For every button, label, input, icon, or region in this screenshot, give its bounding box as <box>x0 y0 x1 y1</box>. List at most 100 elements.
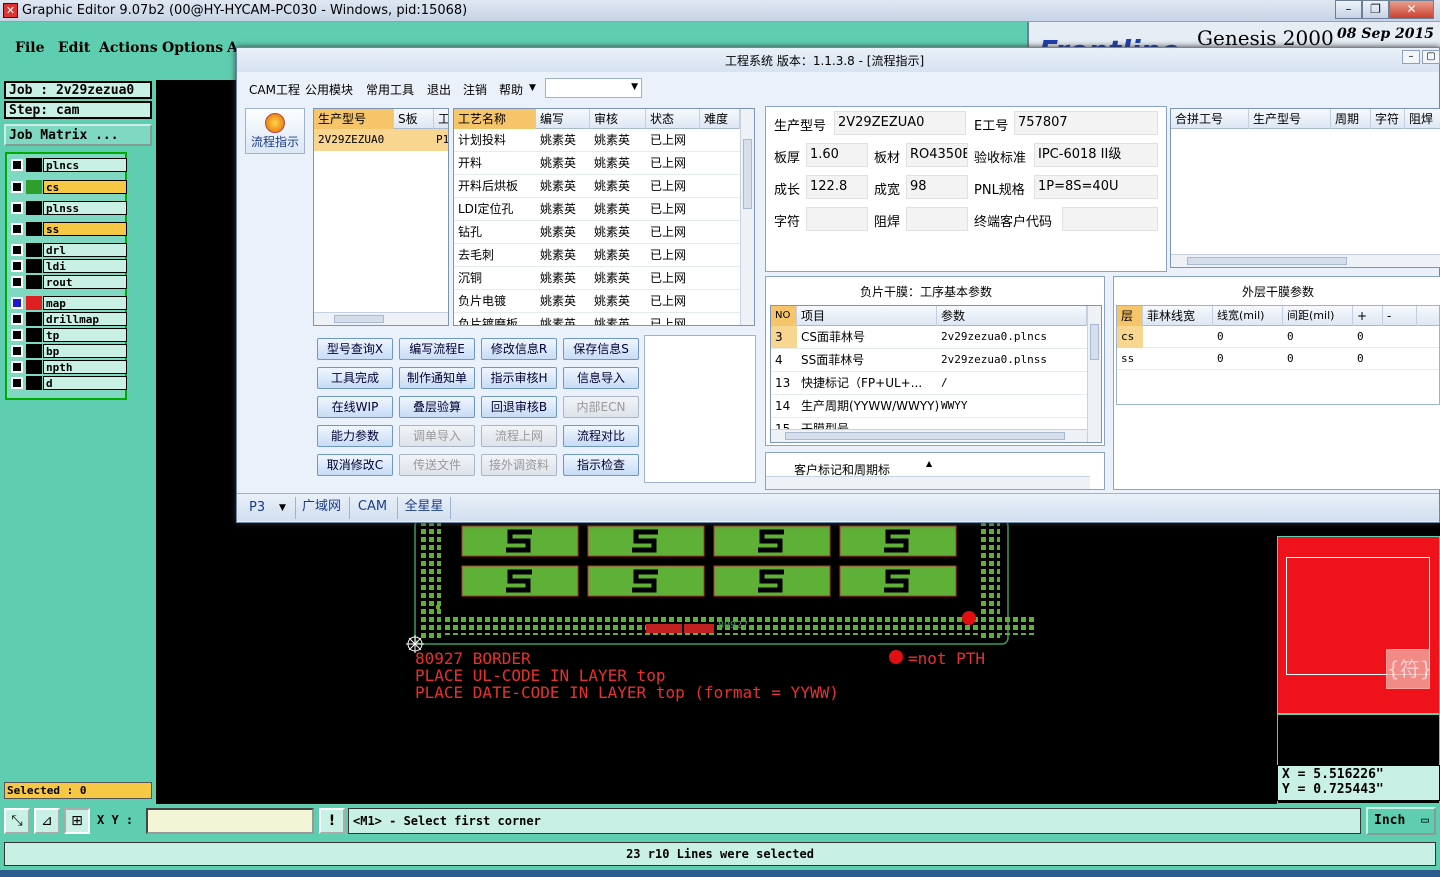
layer-checkbox[interactable] <box>11 244 23 256</box>
action-button[interactable]: 能力参数 <box>317 425 393 447</box>
outer-minus-header[interactable]: - <box>1383 306 1417 326</box>
std-field[interactable]: IPC-6018 II级 <box>1034 143 1158 167</box>
outer-param-row[interactable]: ss 0 0 0 <box>1117 348 1439 370</box>
process-row[interactable]: 计划投料 姚素英 姚素英 已上网 <box>454 129 754 152</box>
layer-checkbox[interactable] <box>11 361 23 373</box>
neg-param-row[interactable]: 4 SS面菲林号 2v29zezua0.plnss <box>771 349 1101 372</box>
action-button[interactable]: 型号查询X <box>317 338 393 360</box>
author-header[interactable]: 编写 <box>536 109 590 129</box>
merge-model-header[interactable]: 生产型号 <box>1249 109 1331 129</box>
model-h-scrollbar[interactable] <box>314 312 448 325</box>
layer-row-d[interactable]: d <box>9 376 127 390</box>
process-row[interactable]: 钻孔 姚素英 姚素英 已上网 <box>454 221 754 244</box>
layer-checkbox[interactable] <box>11 276 23 288</box>
model-field[interactable]: 2V29ZEZUA0 <box>834 111 966 135</box>
layer-row-drillmap[interactable]: drillmap <box>9 312 127 326</box>
menu-edit[interactable]: Edit <box>58 40 90 56</box>
dmenu-common-module[interactable]: 公用模块 <box>305 81 353 98</box>
difficulty-header[interactable]: 难度 <box>700 109 740 129</box>
model-row[interactable]: 2V29ZEZUA0 P1 <box>314 129 448 151</box>
layer-checkbox[interactable] <box>11 202 23 214</box>
neg-item-header[interactable]: 项目 <box>797 306 937 326</box>
layer-row-rout[interactable]: rout <box>9 275 127 289</box>
sboard-col-header[interactable]: S板 <box>394 109 434 129</box>
width-field[interactable]: 98 <box>906 175 968 199</box>
eno-field[interactable]: 757807 <box>1014 111 1158 135</box>
grid-icon[interactable]: ⊞ <box>64 808 90 834</box>
tab-allstar[interactable]: 全星星 <box>397 497 451 519</box>
merge-cycle-header[interactable]: 周期 <box>1331 109 1371 129</box>
state-header[interactable]: 状态 <box>646 109 700 129</box>
alert-icon[interactable]: ! <box>319 808 345 834</box>
tab-p3-dropdown-icon[interactable]: ▼ <box>279 503 286 513</box>
dialog-minimize-button[interactable]: – <box>1402 50 1420 64</box>
dmenu-cam[interactable]: CAM工程 <box>249 81 300 98</box>
merge-job-header[interactable]: 合拼工号 <box>1171 109 1249 129</box>
layer-checkbox[interactable] <box>11 181 23 193</box>
cust-h-scrollbar[interactable] <box>766 476 1090 489</box>
action-button[interactable]: 传送文件 <box>399 454 475 476</box>
minimize-button[interactable]: – <box>1335 0 1362 19</box>
process-row[interactable]: 沉铜 姚素英 姚素英 已上网 <box>454 267 754 290</box>
tab-p3[interactable]: P3 <box>249 500 265 515</box>
process-row[interactable]: 负片电镀 姚素英 姚素英 已上网 <box>454 290 754 313</box>
action-button[interactable]: 内部ECN <box>563 396 639 418</box>
layer-row-npth[interactable]: npth <box>9 360 127 374</box>
notes-box[interactable] <box>644 335 756 483</box>
layer-row-bp[interactable]: bp <box>9 344 127 358</box>
menu-options[interactable]: Options <box>162 40 223 56</box>
reviewer-header[interactable]: 审核 <box>590 109 646 129</box>
maximize-button[interactable]: ❐ <box>1362 0 1389 19</box>
action-button[interactable]: 叠层验算 <box>399 396 475 418</box>
process-row[interactable]: 开料 姚素英 姚素英 已上网 <box>454 152 754 175</box>
tab-cam[interactable]: CAM <box>349 497 395 519</box>
measure-icon[interactable]: ⊿ <box>34 808 60 834</box>
process-row[interactable]: 去毛刺 姚素英 姚素英 已上网 <box>454 244 754 267</box>
dmenu-logout[interactable]: 注销 <box>463 81 487 98</box>
action-button[interactable]: 调单导入 <box>399 425 475 447</box>
layer-row-tp[interactable]: tp <box>9 328 127 342</box>
material-field[interactable]: RO4350B <box>906 143 968 167</box>
neg-param-row[interactable]: 3 CS面菲林号 2v29zezua0.plncs <box>771 326 1101 349</box>
neg-h-scrollbar[interactable] <box>771 429 1087 442</box>
zoom-fit-icon[interactable]: ⤡ <box>4 808 30 834</box>
action-button[interactable]: 指示审核H <box>481 367 557 389</box>
mask-field[interactable] <box>906 207 968 231</box>
layer-checkbox[interactable] <box>11 345 23 357</box>
process-row[interactable]: LDI定位孔 姚素英 姚素英 已上网 <box>454 198 754 221</box>
char-field[interactable] <box>806 207 868 231</box>
merge-h-scrollbar[interactable] <box>1171 254 1440 267</box>
outer-layer-header[interactable]: 层 <box>1117 306 1143 326</box>
layer-row-ldi[interactable]: ldi <box>9 259 127 273</box>
process-row[interactable]: 负片镀磨板 姚素英 姚素英 已上网 <box>454 313 754 325</box>
layer-row-plncs[interactable]: plncs <box>9 158 127 172</box>
layer-row-drl[interactable]: drl <box>9 243 127 257</box>
outer-plus-header[interactable]: + <box>1353 306 1383 326</box>
work-col-header[interactable]: 工 <box>434 109 448 129</box>
process-name-header[interactable]: 工艺名称 <box>454 109 536 129</box>
dmenu-exit[interactable]: 退出 <box>427 81 451 98</box>
layer-checkbox[interactable] <box>11 223 23 235</box>
action-button[interactable]: 回退审核B <box>481 396 557 418</box>
neg-v-scrollbar[interactable] <box>1087 306 1101 442</box>
len-field[interactable]: 122.8 <box>806 175 868 199</box>
outer-param-row[interactable]: cs 0 0 0 <box>1117 326 1439 348</box>
action-button[interactable]: 保存信息S <box>563 338 639 360</box>
action-button[interactable]: 取消修改C <box>317 454 393 476</box>
close-button[interactable]: ✕ <box>1389 0 1434 19</box>
layer-row-map[interactable]: map <box>9 296 127 310</box>
layer-checkbox[interactable] <box>11 329 23 341</box>
neg-param-row[interactable]: 13 快捷标记（FP+UL+... / <box>771 372 1101 395</box>
cust-field[interactable] <box>1062 207 1158 231</box>
unit-selector[interactable]: Inch ▭ <box>1366 807 1436 835</box>
flow-indicator-button[interactable]: 流程指示 <box>245 108 305 154</box>
xy-input[interactable] <box>146 808 314 834</box>
action-button[interactable]: 流程对比 <box>563 425 639 447</box>
action-button[interactable]: 接外调资料 <box>481 454 557 476</box>
dmenu-help[interactable]: 帮助 <box>499 81 523 98</box>
menu-actions[interactable]: Actions <box>99 40 158 56</box>
neg-no-header[interactable]: NO <box>771 306 797 326</box>
action-button[interactable]: 编写流程E <box>399 338 475 360</box>
process-v-scrollbar[interactable] <box>740 109 754 325</box>
action-button[interactable]: 制作通知单 <box>399 367 475 389</box>
